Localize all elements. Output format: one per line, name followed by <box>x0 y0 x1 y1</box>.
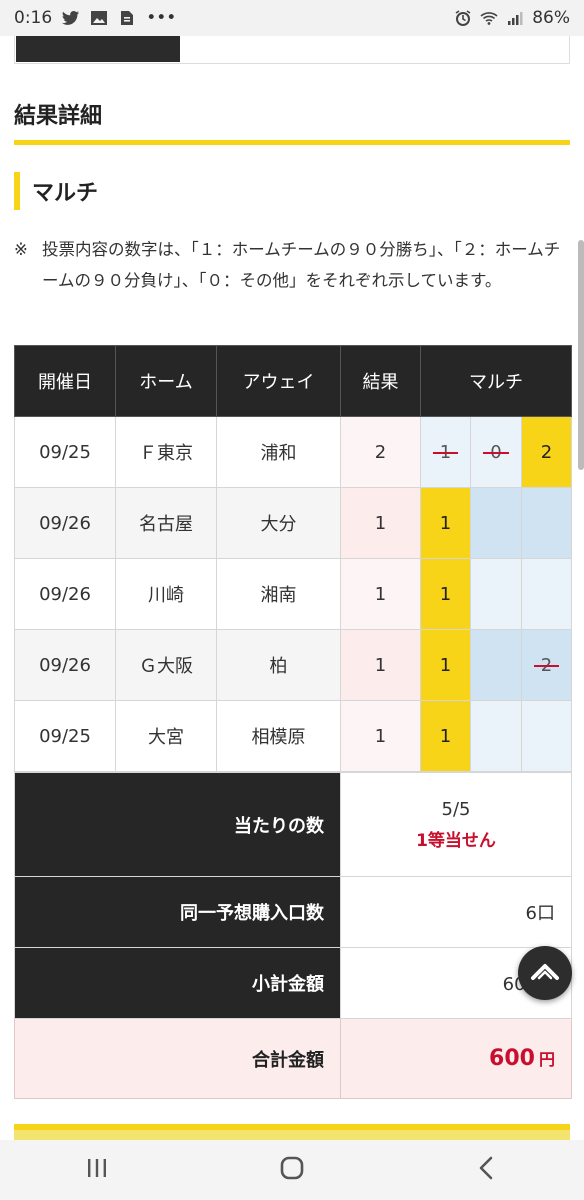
table-row: 09/25 大宮 相模原 1 1 <box>14 700 573 772</box>
header-away: アウェイ <box>216 345 341 417</box>
scroll-to-top-button[interactable] <box>518 946 572 1000</box>
cell-multi-2 <box>520 700 573 772</box>
summary-row-hits: 当たりの数 5/5 1等当せん <box>14 772 572 877</box>
total-cell: 600 円 <box>340 1018 572 1099</box>
header-multi: マルチ <box>419 345 573 417</box>
status-bar: 0:16 ••• 86% <box>0 0 584 36</box>
cell-date: 09/26 <box>14 629 116 701</box>
cell-away: 大分 <box>216 487 341 559</box>
table-row: 09/25 Ｆ東京 浦和 2 1 0 2 <box>14 416 573 488</box>
cell-multi-0 <box>470 487 522 559</box>
more-notifications-icon: ••• <box>146 8 177 28</box>
cell-multi-0: 0 <box>470 416 522 488</box>
cell-multi-1: 1 <box>420 416 471 488</box>
cell-date: 09/25 <box>14 416 116 488</box>
cell-date: 09/26 <box>14 558 116 630</box>
cell-result: 1 <box>340 558 421 630</box>
cell-multi-0 <box>470 700 522 772</box>
hits-value: 5/5 <box>441 798 471 820</box>
section-title: 結果詳細 <box>14 104 103 129</box>
cell-away: 相模原 <box>216 700 341 772</box>
note: ※ 投票内容の数字は、「１：ホームチームの９０分勝ち」、「２：ホームチームの９０… <box>14 234 570 296</box>
table-row: 09/26 Ｇ大阪 柏 1 1 2 <box>14 629 573 701</box>
cell-date: 09/25 <box>14 700 116 772</box>
cell-away: 浦和 <box>216 416 341 488</box>
cell-multi-2: 2 <box>520 629 573 701</box>
recent-apps-button[interactable] <box>67 1148 127 1192</box>
units-label: 同一予想購入口数 <box>14 876 341 948</box>
cell-result: 1 <box>340 487 421 559</box>
hits-label: 当たりの数 <box>14 772 341 877</box>
wifi-icon <box>480 10 498 26</box>
header-date: 開催日 <box>14 345 116 417</box>
header-result: 結果 <box>340 345 421 417</box>
units-value: 6口 <box>340 876 572 948</box>
cell-multi-1: 1 <box>420 700 471 772</box>
summary-row-units: 同一予想購入口数 6口 <box>14 876 572 948</box>
table-header-row: 開催日 ホーム アウェイ 結果 マルチ <box>14 345 573 417</box>
scrollbar[interactable] <box>578 240 584 470</box>
subtotal-label: 小計金額 <box>14 947 341 1019</box>
table-row: 09/26 川崎 湘南 1 1 <box>14 558 573 630</box>
cell-home: 名古屋 <box>115 487 217 559</box>
cell-home: Ｇ大阪 <box>115 629 217 701</box>
total-amount: 600 <box>489 1046 535 1071</box>
cell-home: 川崎 <box>115 558 217 630</box>
cell-multi-2: 2 <box>520 416 573 488</box>
cell-date: 09/26 <box>14 487 116 559</box>
cell-home: Ｆ東京 <box>115 416 217 488</box>
missed-pick: 2 <box>533 654 560 676</box>
home-icon <box>279 1155 305 1185</box>
alarm-icon <box>454 10 472 26</box>
battery-level: 86% <box>532 8 570 28</box>
cell-multi-2 <box>520 558 573 630</box>
back-button[interactable] <box>457 1148 517 1192</box>
subsection-title: マルチ <box>32 181 99 206</box>
result-table: 開催日 ホーム アウェイ 結果 マルチ 09/25 Ｆ東京 浦和 2 1 0 2… <box>14 345 573 772</box>
subsection-heading: マルチ <box>14 172 98 210</box>
cell-multi-1: 1 <box>420 629 471 701</box>
twitter-icon <box>62 10 80 26</box>
header-home: ホーム <box>115 345 217 417</box>
prize-text: 1等当せん <box>416 830 496 851</box>
cell-multi-2 <box>520 487 573 559</box>
cell-result: 1 <box>340 629 421 701</box>
hits-cell: 5/5 1等当せん <box>340 772 572 877</box>
file-icon <box>118 10 136 26</box>
missed-pick: 0 <box>482 441 510 463</box>
cell-multi-1: 1 <box>420 487 471 559</box>
cell-multi-0 <box>470 629 522 701</box>
total-unit: 円 <box>538 1050 555 1069</box>
signal-icon <box>506 10 524 26</box>
total-label: 合計金額 <box>14 1018 341 1099</box>
home-button[interactable] <box>262 1148 322 1192</box>
summary-row-subtotal: 小計金額 600円 <box>14 947 572 1019</box>
note-text: 投票内容の数字は、「１：ホームチームの９０分勝ち」、「２：ホームチームの９０分負… <box>42 240 561 290</box>
next-section-banner <box>14 1130 570 1140</box>
chevron-up-icon <box>530 961 560 985</box>
cell-result: 2 <box>340 416 421 488</box>
note-mark: ※ <box>14 240 28 259</box>
summary-table: 当たりの数 5/5 1等当せん 同一予想購入口数 6口 小計金額 600円 合計… <box>14 772 572 1099</box>
missed-pick: 1 <box>432 441 459 463</box>
summary-row-total: 合計金額 600 円 <box>14 1018 572 1099</box>
cell-multi-1: 1 <box>420 558 471 630</box>
image-icon <box>90 10 108 26</box>
previous-section-header <box>16 36 180 62</box>
recent-apps-icon <box>85 1157 109 1183</box>
cell-result: 1 <box>340 700 421 772</box>
cell-away: 湘南 <box>216 558 341 630</box>
cell-away: 柏 <box>216 629 341 701</box>
subsection-accent-bar <box>14 172 20 210</box>
back-icon <box>477 1156 497 1184</box>
cell-multi-0 <box>470 558 522 630</box>
cell-home: 大宮 <box>115 700 217 772</box>
table-row: 09/26 名古屋 大分 1 1 <box>14 487 573 559</box>
navigation-bar <box>0 1140 584 1200</box>
status-time: 0:16 <box>14 8 53 28</box>
section-underline <box>14 140 570 145</box>
